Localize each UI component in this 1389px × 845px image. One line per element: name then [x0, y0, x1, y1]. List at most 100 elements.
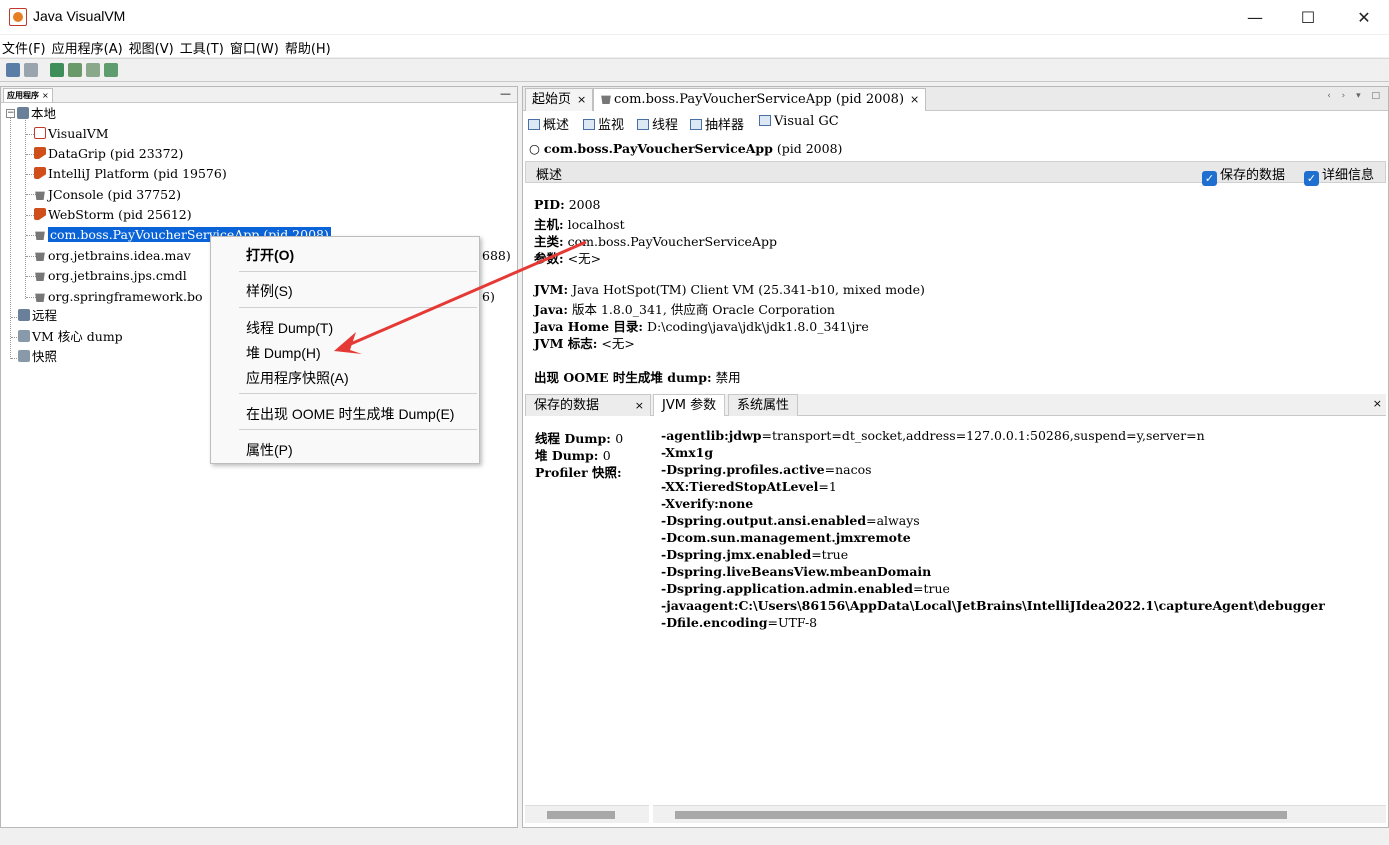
scrollbar-thumb[interactable]: [675, 811, 1287, 819]
visualvm-app-icon: [9, 8, 27, 26]
info-value: <无>: [567, 251, 602, 266]
tree-node-vm-core-dump[interactable]: VM 核心 dump: [18, 327, 123, 346]
tree-node-idea-maven[interactable]: org.jetbrains.idea.mav: [34, 246, 191, 265]
subtab-threads[interactable]: 线程: [637, 114, 678, 133]
tab-start-page[interactable]: 起始页 ×: [525, 88, 594, 111]
saved-data-checkbox[interactable]: ✓ 保存的数据: [1202, 164, 1285, 186]
close-icon[interactable]: ×: [910, 93, 919, 106]
add-core-dump-icon[interactable]: [50, 63, 64, 77]
tab-payvoucher-app[interactable]: com.boss.PayVoucherServiceApp (pid 2008)…: [593, 88, 927, 111]
tree-line: [25, 117, 26, 299]
core-dump-icon: [18, 330, 30, 342]
check-icon: ✓: [1304, 171, 1319, 186]
profiler-snapshot-count: Profiler 快照:: [535, 462, 622, 481]
toolbar: [0, 58, 1389, 82]
menu-item-properties[interactable]: 属性(P): [246, 440, 293, 460]
jvm-argument-key: -Dspring.liveBeansView.mbeanDomain: [661, 564, 932, 579]
menu-item-thread-dump[interactable]: 线程 Dump(T): [246, 318, 333, 338]
minimize-button[interactable]: —: [1232, 0, 1278, 34]
menu-view[interactable]: 视图(V): [127, 35, 178, 57]
java-cup-icon: [601, 95, 611, 104]
subtab-label: 抽样器: [705, 118, 745, 133]
close-button[interactable]: ✕: [1341, 0, 1387, 34]
jvm-argument-value: =transport=dt_socket,address=127.0.0.1:5…: [761, 428, 1205, 443]
menu-bar: 文件(F) 应用程序(A) 视图(V) 工具(T) 窗口(W) 帮助(H): [0, 35, 1389, 57]
jvm-argument-key: -XX:TieredStopAtLevel: [661, 479, 819, 494]
tab-jvm-arguments[interactable]: JVM 参数: [653, 394, 726, 416]
menu-item-oome-heap-dump[interactable]: 在出现 OOME 时生成堆 Dump(E): [246, 404, 454, 424]
info-value: D:\coding\java\jdk\jdk1.8.0_341\jre: [647, 319, 869, 334]
snapshot-folder-icon: [18, 350, 30, 362]
jvm-argument-key: -agentlib:jdwp: [661, 428, 762, 443]
info-oome: 出现 OOME 时生成堆 dump: 禁用: [534, 367, 741, 386]
tab-label: 起始页: [532, 92, 572, 107]
intellij-icon: [34, 167, 46, 179]
subtab-monitor[interactable]: 监视: [583, 114, 624, 133]
jvm-argument: -Dspring.jmx.enabled=true: [661, 547, 848, 562]
sampler-icon: [690, 119, 702, 130]
tab-navigation[interactable]: ‹ › ▾ □: [1327, 91, 1384, 101]
compare-icon[interactable]: [104, 63, 118, 77]
tree-node-jps-cmdline[interactable]: org.jetbrains.jps.cmdl: [34, 266, 187, 285]
tab-system-properties[interactable]: 系统属性: [728, 394, 799, 416]
jvm-argument-value: =true: [912, 581, 950, 596]
java-cup-icon: [35, 191, 45, 200]
remote-host-icon: [18, 309, 30, 321]
tree-node-jconsole[interactable]: JConsole (pid 37752): [34, 185, 181, 204]
maximize-button[interactable]: ☐: [1285, 0, 1331, 34]
subtab-sampler[interactable]: 抽样器: [690, 114, 744, 133]
info-pid: PID: 2008: [534, 197, 601, 212]
menu-item-heap-dump[interactable]: 堆 Dump(H): [246, 343, 321, 363]
tree-node-webstorm[interactable]: WebStorm (pid 25612): [34, 205, 192, 224]
menu-applications[interactable]: 应用程序(A): [50, 35, 127, 57]
menu-separator: [239, 307, 477, 308]
info-label: 主类:: [534, 234, 564, 249]
jvm-argument: -Dspring.profiles.active=nacos: [661, 462, 872, 477]
minimize-panel-button[interactable]: —: [500, 87, 511, 100]
jvm-argument: -Xmx1g: [661, 445, 713, 460]
tree-node-local[interactable]: 本地: [17, 104, 56, 123]
context-menu: 打开(O) 样例(S) 线程 Dump(T) 堆 Dump(H) 应用程序快照(…: [210, 236, 480, 464]
intellij-icon: [34, 147, 46, 159]
applications-tab[interactable]: 应用程序 ×: [3, 88, 53, 102]
tree-node-intellij[interactable]: IntelliJ Platform (pid 19576): [34, 164, 227, 183]
menu-help[interactable]: 帮助(H): [283, 35, 335, 57]
tree-node-visualvm[interactable]: VisualVM: [34, 124, 109, 143]
tree-node-springframework[interactable]: org.springframework.bo: [34, 287, 203, 306]
scrollbar-thumb[interactable]: [547, 811, 615, 819]
subtab-overview[interactable]: 概述: [528, 114, 569, 133]
tree-node-snapshots[interactable]: 快照: [18, 347, 57, 366]
tab-saved-data[interactable]: 保存的数据 ×: [525, 394, 651, 416]
horizontal-scrollbar-left[interactable]: [525, 805, 649, 823]
close-icon[interactable]: ×: [1373, 397, 1382, 410]
menu-item-sample[interactable]: 样例(S): [246, 281, 293, 301]
jvm-argument-key: -Dspring.jmx.enabled: [661, 547, 812, 562]
info-arguments: 参数: <无>: [534, 248, 601, 267]
tree-label: JConsole (pid 37752): [48, 187, 181, 202]
subtab-label: 监视: [598, 118, 625, 133]
horizontal-scrollbar-right[interactable]: [653, 805, 1386, 823]
tree-node-remote[interactable]: 远程: [18, 306, 57, 325]
add-remote-host-icon[interactable]: [24, 63, 38, 77]
dump-label: 堆 Dump:: [535, 448, 599, 463]
tree-node-datagrip[interactable]: DataGrip (pid 23372): [34, 144, 183, 163]
menu-item-open[interactable]: 打开(O): [246, 245, 294, 265]
details-checkbox[interactable]: ✓ 详细信息: [1304, 164, 1374, 186]
subtab-label: 线程: [652, 118, 679, 133]
tree-label-overflow: 6): [482, 289, 495, 304]
menu-item-app-snapshot[interactable]: 应用程序快照(A): [246, 368, 349, 388]
snapshot-icon[interactable]: [86, 63, 100, 77]
window-title: Java VisualVM: [33, 8, 126, 24]
close-icon[interactable]: ×: [577, 93, 586, 106]
menu-tools[interactable]: 工具(T): [178, 35, 228, 57]
heap-dump-icon[interactable]: [68, 63, 82, 77]
jvm-argument: -Dspring.liveBeansView.mbeanDomain: [661, 564, 931, 579]
close-icon[interactable]: ×: [635, 395, 644, 416]
menu-file[interactable]: 文件(F): [0, 35, 50, 57]
add-jmx-connection-icon[interactable]: [6, 63, 20, 77]
subtab-visual-gc[interactable]: Visual GC: [759, 114, 839, 129]
collapse-toggle[interactable]: −: [6, 109, 15, 118]
menu-window[interactable]: 窗口(W): [228, 35, 283, 57]
tree-label: IntelliJ Platform (pid 19576): [48, 166, 227, 181]
close-icon[interactable]: ×: [42, 91, 49, 100]
